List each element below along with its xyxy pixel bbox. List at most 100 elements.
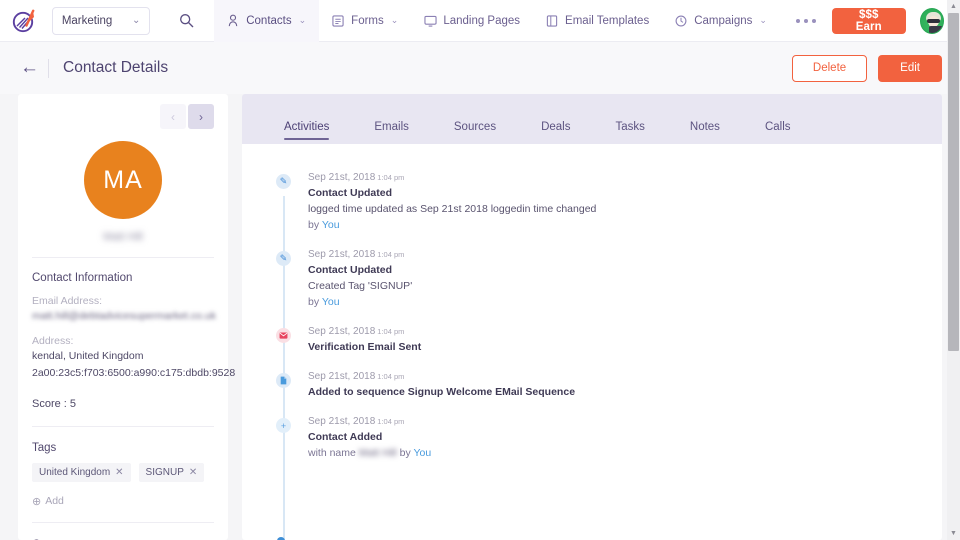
timeline-desc-prefix: with name xyxy=(308,447,356,459)
chevron-down-icon: ⌄ xyxy=(759,15,767,26)
tab-notes[interactable]: Notes xyxy=(690,121,720,144)
timeline-author: by You xyxy=(308,219,596,231)
chevron-down-icon: ⌄ xyxy=(132,15,140,26)
vertical-scrollbar[interactable]: ▲ ▼ xyxy=(947,0,960,540)
timeline-date-text: Sep 21st, 2018 xyxy=(308,249,375,260)
plus-circle-icon: ⊕ xyxy=(32,495,41,508)
tag-label: United Kingdom xyxy=(39,467,110,478)
contact-avatar-block: MA Matt Hill xyxy=(32,141,214,243)
nav-item-forms[interactable]: Forms ⌄ xyxy=(319,0,411,42)
tag-label: SIGNUP xyxy=(146,467,184,478)
tab-sources[interactable]: Sources xyxy=(454,121,496,144)
contact-pager: ‹ › xyxy=(32,104,214,129)
email-value: matt.hill@debtadvicesupermarket.co.uk xyxy=(32,309,214,324)
tag-chip[interactable]: United Kingdom ✕ xyxy=(32,463,131,482)
sidebar-divider-1 xyxy=(32,257,214,258)
timeline-title: Verification Email Sent xyxy=(308,341,421,353)
timeline-by-prefix: by xyxy=(308,219,319,231)
app-root: Marketing ⌄ Contacts ⌄ xyxy=(0,0,960,540)
nav-label-campaigns: Campaigns xyxy=(694,15,752,27)
timeline-time-text: 1:04 pm xyxy=(377,173,404,182)
timeline-by-prefix: by xyxy=(400,447,411,459)
timeline-by-prefix: by xyxy=(308,296,319,308)
close-icon[interactable]: ✕ xyxy=(115,467,123,478)
timeline-contact-name: Matt Hill xyxy=(359,447,397,459)
activities-card: Activities Emails Sources Deals Tasks No… xyxy=(242,94,942,540)
timeline-author-link[interactable]: You xyxy=(322,296,340,308)
person-icon xyxy=(227,14,240,27)
timeline-time-text: 1:04 pm xyxy=(377,417,404,426)
timeline-item: ✎ Sep 21st, 20181:04 pm Contact Updated … xyxy=(276,249,942,308)
tab-emails[interactable]: Emails xyxy=(374,121,409,144)
tab-deals[interactable]: Deals xyxy=(541,121,570,144)
timeline-author-link[interactable]: You xyxy=(413,447,431,459)
previous-contact-button[interactable]: ‹ xyxy=(160,104,186,129)
earn-button[interactable]: $$$ Earn xyxy=(832,8,906,34)
tag-chip[interactable]: SIGNUP ✕ xyxy=(139,463,205,482)
timeline-time-text: 1:04 pm xyxy=(377,327,404,336)
add-tag-button[interactable]: ⊕ Add xyxy=(32,495,214,508)
contact-sidebar-card: ‹ › MA Matt Hill Contact Information Ema… xyxy=(18,94,228,540)
contact-information-heading: Contact Information xyxy=(32,272,214,284)
timeline-date-text: Sep 21st, 2018 xyxy=(308,172,375,183)
tags-heading: Tags xyxy=(32,442,214,454)
timeline-date-text: Sep 21st, 2018 xyxy=(308,326,375,337)
timeline-title: Contact Updated xyxy=(308,264,412,276)
timeline-time-text: 1:04 pm xyxy=(377,372,404,381)
timeline-date: Sep 21st, 20181:04 pm xyxy=(308,249,412,260)
timeline-item: + Sep 21st, 20181:04 pm Contact Added wi… xyxy=(276,416,942,459)
add-tag-label: Add xyxy=(45,495,64,507)
timeline-author: by You xyxy=(308,296,412,308)
page-body: ‹ › MA Matt Hill Contact Information Ema… xyxy=(0,94,960,540)
contact-name: Matt Hill xyxy=(103,231,143,243)
timeline-author-link[interactable]: You xyxy=(322,219,340,231)
nav-item-landing-pages[interactable]: Landing Pages xyxy=(411,0,533,42)
tab-activities[interactable]: Activities xyxy=(284,121,329,144)
timeline-item: ✎ Sep 21st, 20181:04 pm Contact Updated … xyxy=(276,172,942,231)
pencil-icon: ✎ xyxy=(276,174,291,189)
nav-item-contacts[interactable]: Contacts ⌄ xyxy=(214,0,319,42)
more-dots-icon[interactable] xyxy=(780,19,832,23)
email-label: Email Address: xyxy=(32,295,214,307)
timeline-item-content: Sep 21st, 20181:04 pm Contact Updated lo… xyxy=(308,172,596,231)
nav-label-landing-pages: Landing Pages xyxy=(443,15,520,27)
tab-calls[interactable]: Calls xyxy=(765,121,791,144)
edit-button[interactable]: Edit xyxy=(878,55,942,82)
plus-icon: + xyxy=(276,418,291,433)
scroll-up-icon[interactable]: ▲ xyxy=(947,0,960,13)
scrollbar-thumb[interactable] xyxy=(948,13,959,351)
tab-tasks[interactable]: Tasks xyxy=(615,121,644,144)
nav-item-email-templates[interactable]: Email Templates xyxy=(533,0,662,42)
page-title: Contact Details xyxy=(63,59,168,77)
close-icon[interactable]: ✕ xyxy=(189,467,197,478)
timeline-item-content: Sep 21st, 20181:04 pm Contact Added with… xyxy=(308,416,431,459)
timeline-date-text: Sep 21st, 2018 xyxy=(308,371,375,382)
timeline-line xyxy=(283,196,285,540)
monitor-icon xyxy=(424,14,437,27)
document-icon xyxy=(276,373,291,388)
nav-label-contacts: Contacts xyxy=(246,15,291,27)
search-icon[interactable] xyxy=(170,13,202,28)
timeline-item-content: Sep 21st, 20181:04 pm Added to sequence … xyxy=(308,371,575,398)
tag-list: United Kingdom ✕ SIGNUP ✕ xyxy=(32,463,214,482)
avatar[interactable] xyxy=(920,8,944,34)
timeline-description: Created Tag 'SIGNUP' xyxy=(308,280,412,292)
timeline-time-text: 1:04 pm xyxy=(377,250,404,259)
timeline-item-content: Sep 21st, 20181:04 pm Contact Updated Cr… xyxy=(308,249,412,308)
delete-button[interactable]: Delete xyxy=(792,55,867,82)
timeline-title: Added to sequence Signup Welcome EMail S… xyxy=(308,386,575,398)
nav-item-campaigns[interactable]: Campaigns ⌄ xyxy=(662,0,780,42)
brand-logo-icon[interactable] xyxy=(8,4,40,38)
timeline-title: Contact Added xyxy=(308,431,431,443)
timeline-date: Sep 21st, 20181:04 pm xyxy=(308,416,431,427)
workspace-selector[interactable]: Marketing ⌄ xyxy=(52,7,151,35)
avatar-glasses xyxy=(927,19,940,23)
scroll-down-icon[interactable]: ▼ xyxy=(947,527,960,540)
back-arrow-icon[interactable]: ← xyxy=(20,57,46,79)
header-divider xyxy=(48,59,49,78)
contact-score: Score : 5 xyxy=(32,398,214,410)
envelope-icon xyxy=(276,328,291,343)
timeline-item: Sep 21st, 20181:04 pm Verification Email… xyxy=(276,326,942,353)
next-contact-button[interactable]: › xyxy=(188,104,214,129)
nav-label-email-templates: Email Templates xyxy=(565,15,649,27)
